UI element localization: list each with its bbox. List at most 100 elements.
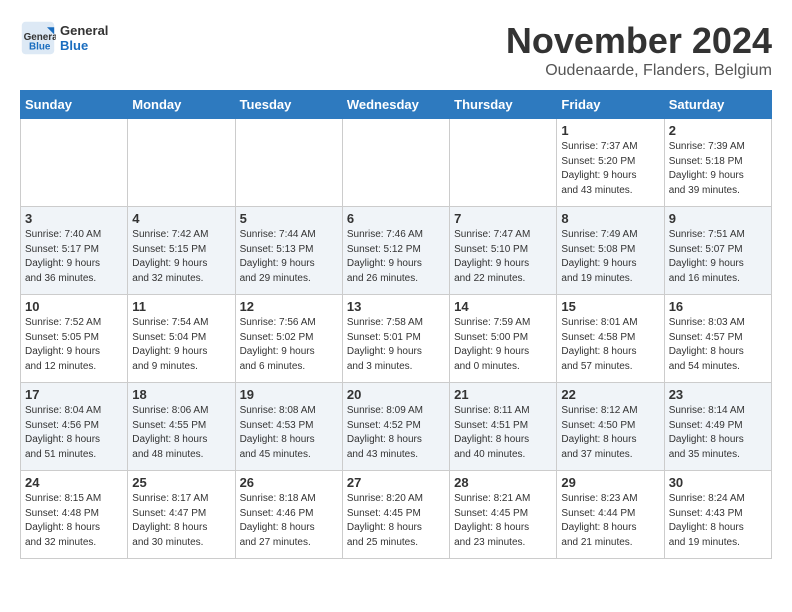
calendar-cell: 3Sunrise: 7:40 AM Sunset: 5:17 PM Daylig… (21, 207, 128, 295)
page-header: General Blue General Blue November 2024 … (20, 20, 772, 80)
day-number: 5 (240, 211, 338, 226)
day-info: Sunrise: 8:15 AM Sunset: 4:48 PM Dayligh… (25, 492, 123, 550)
day-number: 28 (454, 475, 552, 490)
calendar-cell (21, 119, 128, 207)
day-info: Sunrise: 8:08 AM Sunset: 4:53 PM Dayligh… (240, 404, 338, 462)
day-number: 7 (454, 211, 552, 226)
calendar-cell: 15 Sunrise: 8:01 AM Sunset: 4:58 PM Dayli… (557, 295, 664, 383)
calendar-cell: 24 Sunrise: 8:15 AM Sunset: 4:48 PM Dayli… (21, 471, 128, 559)
day-info: Sunrise: 8:01 AM Sunset: 4:58 PM Dayligh… (561, 316, 659, 374)
day-number: 11 (132, 299, 230, 314)
calendar-cell: 7 Sunrise: 7:47 AM Sunset: 5:10 PM Daylig… (450, 207, 557, 295)
calendar-cell: 5 Sunrise: 7:44 AM Sunset: 5:13 PM Daylig… (235, 207, 342, 295)
weekday-header-sunday: Sunday (21, 91, 128, 119)
calendar-cell: 19 Sunrise: 8:08 AM Sunset: 4:53 PM Dayli… (235, 383, 342, 471)
calendar-cell: 30Sunrise: 8:24 AM Sunset: 4:43 PM Dayli… (664, 471, 771, 559)
day-info: Sunrise: 8:11 AM Sunset: 4:51 PM Dayligh… (454, 404, 552, 462)
weekday-header-monday: Monday (128, 91, 235, 119)
calendar-cell: 2Sunrise: 7:39 AM Sunset: 5:18 PM Daylig… (664, 119, 771, 207)
day-info: Sunrise: 8:09 AM Sunset: 4:52 PM Dayligh… (347, 404, 445, 462)
day-info: Sunrise: 7:52 AM Sunset: 5:05 PM Dayligh… (25, 316, 123, 374)
logo-icon: General Blue (20, 20, 56, 56)
calendar-cell: 21 Sunrise: 8:11 AM Sunset: 4:51 PM Dayli… (450, 383, 557, 471)
day-info: Sunrise: 7:51 AM Sunset: 5:07 PM Dayligh… (669, 228, 767, 286)
svg-text:Blue: Blue (29, 42, 51, 53)
calendar-cell: 14 Sunrise: 7:59 AM Sunset: 5:00 PM Dayli… (450, 295, 557, 383)
calendar-cell: 17 Sunrise: 8:04 AM Sunset: 4:56 PM Dayli… (21, 383, 128, 471)
day-info: Sunrise: 7:37 AM Sunset: 5:20 PM Dayligh… (561, 140, 659, 198)
day-number: 2 (669, 123, 767, 138)
day-info: Sunrise: 8:20 AM Sunset: 4:45 PM Dayligh… (347, 492, 445, 550)
calendar-cell: 8 Sunrise: 7:49 AM Sunset: 5:08 PM Daylig… (557, 207, 664, 295)
day-info: Sunrise: 8:17 AM Sunset: 4:47 PM Dayligh… (132, 492, 230, 550)
day-number: 17 (25, 387, 123, 402)
day-number: 20 (347, 387, 445, 402)
day-number: 14 (454, 299, 552, 314)
calendar-cell: 29Sunrise: 8:23 AM Sunset: 4:44 PM Dayli… (557, 471, 664, 559)
day-number: 25 (132, 475, 230, 490)
calendar-table: SundayMondayTuesdayWednesdayThursdayFrid… (20, 90, 772, 559)
day-info: Sunrise: 7:47 AM Sunset: 5:10 PM Dayligh… (454, 228, 552, 286)
day-number: 6 (347, 211, 445, 226)
calendar-cell: 11Sunrise: 7:54 AM Sunset: 5:04 PM Dayli… (128, 295, 235, 383)
day-info: Sunrise: 8:06 AM Sunset: 4:55 PM Dayligh… (132, 404, 230, 462)
day-info: Sunrise: 8:04 AM Sunset: 4:56 PM Dayligh… (25, 404, 123, 462)
day-number: 18 (132, 387, 230, 402)
day-info: Sunrise: 7:42 AM Sunset: 5:15 PM Dayligh… (132, 228, 230, 286)
day-info: Sunrise: 8:12 AM Sunset: 4:50 PM Dayligh… (561, 404, 659, 462)
day-number: 12 (240, 299, 338, 314)
day-number: 22 (561, 387, 659, 402)
weekday-header-thursday: Thursday (450, 91, 557, 119)
day-number: 24 (25, 475, 123, 490)
day-number: 29 (561, 475, 659, 490)
day-number: 19 (240, 387, 338, 402)
calendar-cell: 28Sunrise: 8:21 AM Sunset: 4:45 PM Dayli… (450, 471, 557, 559)
day-info: Sunrise: 7:40 AM Sunset: 5:17 PM Dayligh… (25, 228, 123, 286)
day-number: 10 (25, 299, 123, 314)
calendar-cell: 27 Sunrise: 8:20 AM Sunset: 4:45 PM Dayli… (342, 471, 449, 559)
day-number: 23 (669, 387, 767, 402)
week-row-1: 1Sunrise: 7:37 AM Sunset: 5:20 PM Daylig… (21, 119, 772, 207)
week-row-4: 17 Sunrise: 8:04 AM Sunset: 4:56 PM Dayli… (21, 383, 772, 471)
day-info: Sunrise: 7:59 AM Sunset: 5:00 PM Dayligh… (454, 316, 552, 374)
calendar-cell (128, 119, 235, 207)
day-info: Sunrise: 7:44 AM Sunset: 5:13 PM Dayligh… (240, 228, 338, 286)
day-info: Sunrise: 8:14 AM Sunset: 4:49 PM Dayligh… (669, 404, 767, 462)
day-info: Sunrise: 8:18 AM Sunset: 4:46 PM Dayligh… (240, 492, 338, 550)
calendar-cell: 12 Sunrise: 7:56 AM Sunset: 5:02 PM Dayli… (235, 295, 342, 383)
title-area: November 2024 Oudenaarde, Flanders, Belg… (506, 20, 772, 80)
day-info: Sunrise: 7:49 AM Sunset: 5:08 PM Dayligh… (561, 228, 659, 286)
day-info: Sunrise: 7:58 AM Sunset: 5:01 PM Dayligh… (347, 316, 445, 374)
day-number: 21 (454, 387, 552, 402)
day-number: 26 (240, 475, 338, 490)
day-number: 15 (561, 299, 659, 314)
day-info: Sunrise: 8:03 AM Sunset: 4:57 PM Dayligh… (669, 316, 767, 374)
day-info: Sunrise: 7:56 AM Sunset: 5:02 PM Dayligh… (240, 316, 338, 374)
day-info: Sunrise: 7:46 AM Sunset: 5:12 PM Dayligh… (347, 228, 445, 286)
calendar-header-row: SundayMondayTuesdayWednesdayThursdayFrid… (21, 91, 772, 119)
day-number: 16 (669, 299, 767, 314)
calendar-body: 1Sunrise: 7:37 AM Sunset: 5:20 PM Daylig… (21, 119, 772, 559)
logo-blue: Blue (60, 38, 108, 53)
calendar-cell: 20 Sunrise: 8:09 AM Sunset: 4:52 PM Dayli… (342, 383, 449, 471)
calendar-cell: 1Sunrise: 7:37 AM Sunset: 5:20 PM Daylig… (557, 119, 664, 207)
day-number: 27 (347, 475, 445, 490)
day-number: 9 (669, 211, 767, 226)
month-title: November 2024 (506, 20, 772, 62)
calendar-cell: 9 Sunrise: 7:51 AM Sunset: 5:07 PM Daylig… (664, 207, 771, 295)
day-number: 8 (561, 211, 659, 226)
weekday-header-saturday: Saturday (664, 91, 771, 119)
week-row-5: 24 Sunrise: 8:15 AM Sunset: 4:48 PM Dayli… (21, 471, 772, 559)
day-number: 13 (347, 299, 445, 314)
week-row-2: 3Sunrise: 7:40 AM Sunset: 5:17 PM Daylig… (21, 207, 772, 295)
calendar-cell: 4Sunrise: 7:42 AM Sunset: 5:15 PM Daylig… (128, 207, 235, 295)
logo-general: General (60, 23, 108, 38)
calendar-cell: 18 Sunrise: 8:06 AM Sunset: 4:55 PM Dayli… (128, 383, 235, 471)
weekday-header-friday: Friday (557, 91, 664, 119)
calendar-cell: 13 Sunrise: 7:58 AM Sunset: 5:01 PM Dayli… (342, 295, 449, 383)
calendar-cell: 25 Sunrise: 8:17 AM Sunset: 4:47 PM Dayli… (128, 471, 235, 559)
weekday-header-wednesday: Wednesday (342, 91, 449, 119)
calendar-cell: 6 Sunrise: 7:46 AM Sunset: 5:12 PM Daylig… (342, 207, 449, 295)
week-row-3: 10 Sunrise: 7:52 AM Sunset: 5:05 PM Dayli… (21, 295, 772, 383)
calendar-cell: 10 Sunrise: 7:52 AM Sunset: 5:05 PM Dayli… (21, 295, 128, 383)
